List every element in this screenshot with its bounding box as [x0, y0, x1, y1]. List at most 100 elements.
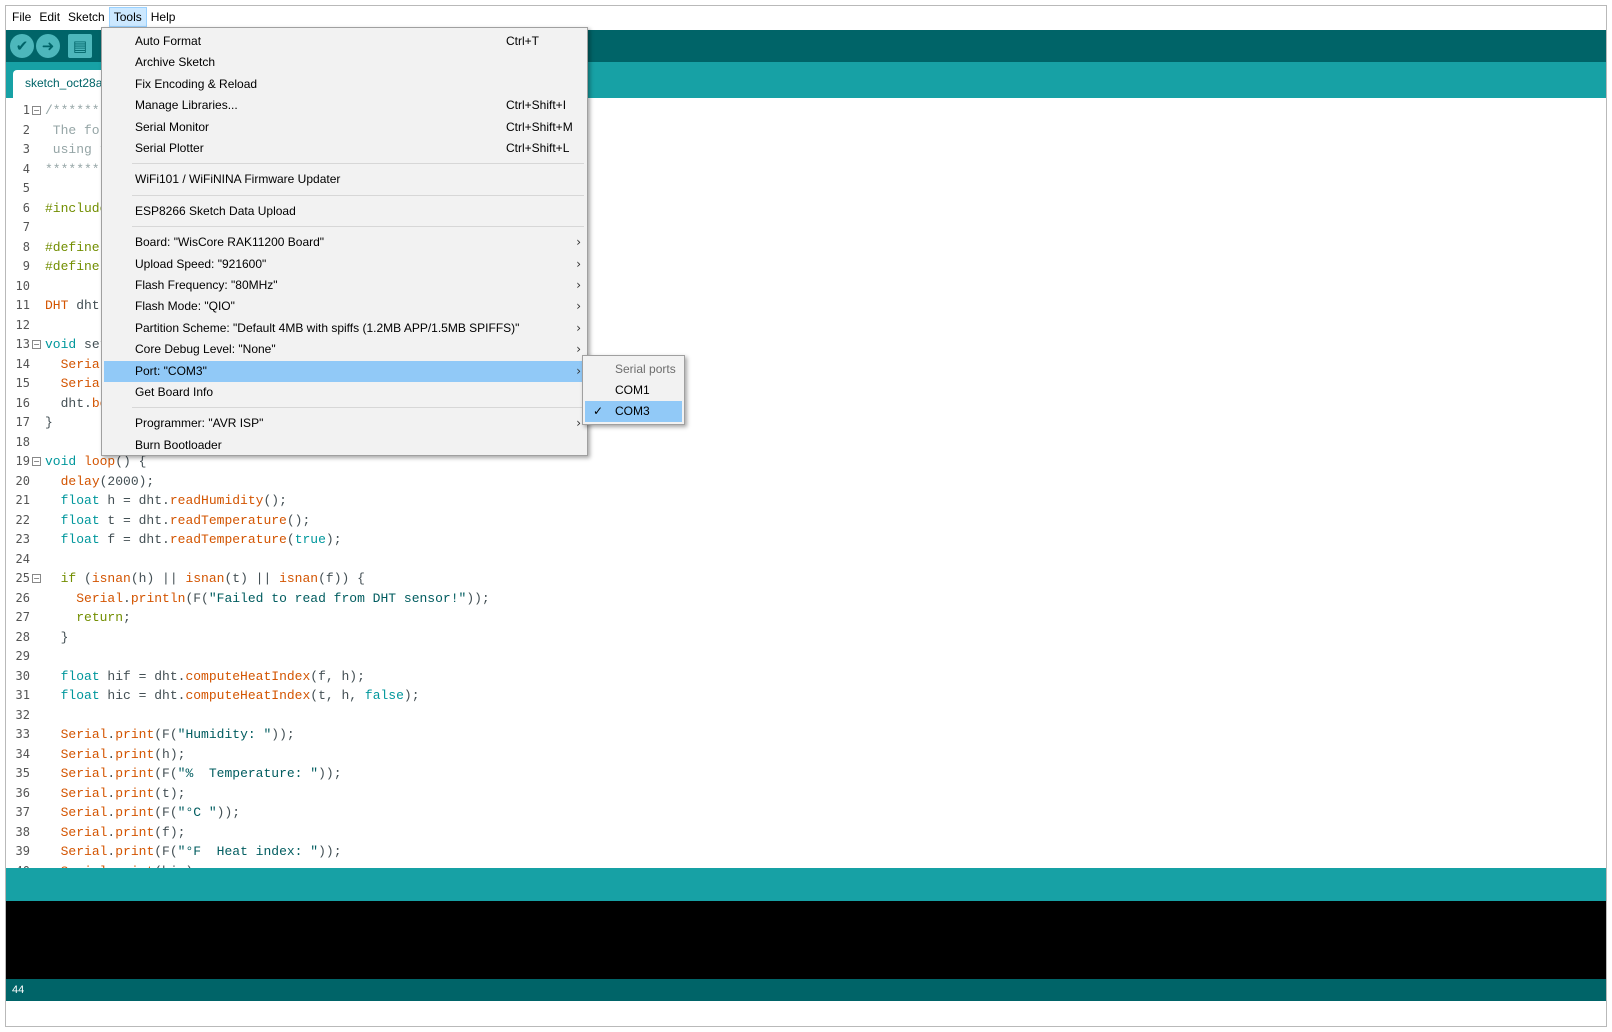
code-line: 22 float t = dht.readTemperature(); — [6, 511, 1606, 531]
line-number: 15 — [15, 376, 30, 390]
menu-item-serial-monitor[interactable]: Serial Monitor Ctrl+Shift+M — [104, 117, 585, 138]
menu-item-esp8266-sketch-data-upload[interactable]: ESP8266 Sketch Data Upload — [104, 201, 585, 222]
code-text: void set — [45, 337, 108, 352]
menu-item-upload-speed-921600[interactable]: Upload Speed: "921600" › — [104, 254, 585, 275]
fold-toggle-icon[interactable]: − — [32, 457, 41, 466]
arrow-right-icon: ➜ — [41, 37, 55, 55]
submenu-header-label: Serial ports — [615, 362, 676, 376]
menu-item-shortcut: Ctrl+T — [506, 34, 539, 48]
menu-item-label: Fix Encoding & Reload — [135, 76, 258, 91]
menu-item-label: Port: "COM3" — [135, 363, 207, 378]
menu-item-shortcut: Ctrl+Shift+L — [506, 141, 570, 155]
menu-item-auto-format[interactable]: Auto Format Ctrl+T — [104, 31, 585, 52]
menu-item-flash-mode-qio[interactable]: Flash Mode: "QIO" › — [104, 296, 585, 317]
menu-item-label: Archive Sketch — [135, 55, 216, 70]
menu-item-archive-sketch[interactable]: Archive Sketch — [104, 52, 585, 73]
code-text: float hif = dht.computeHeatIndex(f, h); — [60, 668, 365, 684]
menu-item-core-debug-level-none[interactable]: Core Debug Level: "None" › — [104, 339, 585, 360]
menu-item-wifi101-wifinina-firmware-updater[interactable]: WiFi101 / WiFiNINA Firmware Updater — [104, 169, 585, 190]
chevron-right-icon: › — [576, 299, 581, 314]
code-line: 24 — [6, 550, 1606, 570]
check-icon: ✔ — [15, 37, 29, 55]
code-line: 23 float f = dht.readTemperature(true); — [6, 530, 1606, 550]
menu-item-port-com3[interactable]: Port: "COM3" › — [104, 360, 585, 382]
line-number: 5 — [22, 181, 30, 195]
fold-toggle-icon[interactable]: − — [32, 106, 41, 115]
menu-item-board-wiscore-rak11200-board[interactable]: Board: "WisCore RAK11200 Board" › — [104, 232, 585, 253]
footer-bar: 44 — [6, 979, 1606, 1001]
port-option-label: COM3 — [615, 404, 650, 418]
line-number: 8 — [22, 239, 30, 254]
menu-item-label: Board: "WisCore RAK11200 Board" — [135, 235, 325, 250]
code-line: 36 Serial.print(t); — [6, 784, 1606, 804]
port-option-com1[interactable]: COM1 — [585, 380, 682, 401]
port-submenu: Serial ports COM1 ✓ COM3 — [582, 355, 685, 425]
fold-toggle-icon[interactable]: − — [32, 574, 41, 583]
upload-button[interactable]: ➜ — [36, 34, 60, 58]
menu-bar: File Edit Sketch Tools Help — [6, 6, 1606, 28]
menu-item-manage-libraries[interactable]: Manage Libraries... Ctrl+Shift+I — [104, 95, 585, 116]
fold-toggle-icon[interactable]: − — [32, 340, 41, 349]
tools-dropdown-menu: Auto Format Ctrl+T Archive Sketch Fix Encod… — [101, 27, 588, 456]
chevron-right-icon: › — [576, 416, 581, 431]
menu-item-label: Auto Format — [135, 34, 202, 48]
chevron-right-icon: › — [576, 320, 581, 335]
new-button[interactable]: ▤ — [68, 34, 92, 58]
console-output — [6, 901, 1606, 979]
line-number: 17 — [15, 415, 30, 429]
port-option-com3[interactable]: ✓ COM3 — [585, 401, 682, 422]
menu-item-serial-plotter[interactable]: Serial Plotter Ctrl+Shift+L — [104, 138, 585, 159]
code-line: 26 Serial.println(F("Failed to read from… — [6, 589, 1606, 609]
verify-button[interactable]: ✔ — [10, 34, 34, 58]
code-text: #include — [45, 200, 108, 216]
code-text: Serial — [60, 376, 108, 391]
menu-help[interactable]: Help — [147, 7, 180, 27]
code-line: 30 float hif = dht.computeHeatIndex(f, h… — [6, 667, 1606, 687]
line-number: 4 — [22, 161, 30, 176]
chevron-right-icon: › — [576, 278, 581, 292]
menu-item-flash-frequency-80mhz[interactable]: Flash Frequency: "80MHz" › — [104, 275, 585, 296]
line-number: 6 — [22, 200, 30, 215]
menu-separator — [132, 163, 584, 165]
menu-item-get-board-info[interactable]: Get Board Info — [104, 382, 585, 403]
line-number: 25 — [15, 571, 30, 585]
menu-sketch[interactable]: Sketch — [64, 7, 109, 27]
code-text: The fol — [45, 122, 108, 138]
menu-edit[interactable]: Edit — [35, 7, 64, 27]
line-number: 38 — [15, 824, 30, 839]
menu-tools[interactable]: Tools — [108, 7, 147, 27]
menu-item-label: Programmer: "AVR ISP" — [135, 416, 264, 431]
code-line: 34 Serial.print(h); — [6, 745, 1606, 765]
code-line: 35 Serial.print(F("% Temperature: ")); — [6, 764, 1606, 784]
menu-file[interactable]: File — [8, 7, 35, 27]
menu-item-fix-encoding-reload[interactable]: Fix Encoding & Reload — [104, 74, 585, 95]
code-line: 31 float hic = dht.computeHeatIndex(t, h… — [6, 686, 1606, 706]
code-text: } — [45, 629, 69, 645]
line-number: 26 — [15, 590, 30, 605]
code-text: float f = dht.readTemperature(true); — [60, 532, 342, 547]
line-number: 16 — [15, 395, 30, 410]
menu-item-label: Manage Libraries... — [135, 98, 238, 113]
line-number: 23 — [15, 532, 30, 546]
menu-item-programmer-avr-isp[interactable]: Programmer: "AVR ISP" › — [104, 413, 585, 434]
code-line: 38 Serial.print(f); — [6, 823, 1606, 843]
line-number: 28 — [15, 629, 30, 644]
code-text: Serial — [60, 356, 108, 372]
line-number: 11 — [15, 298, 30, 312]
code-text: Serial.print(F("°F Heat index: ")); — [60, 844, 342, 859]
menu-item-partition-scheme-default-4mb-with-spiffs[interactable]: Partition Scheme: "Default 4MB with spif… — [104, 318, 585, 339]
code-text: /******* — [45, 103, 108, 118]
code-line: 32 — [6, 706, 1606, 726]
menu-item-burn-bootloader[interactable]: Burn Bootloader — [104, 435, 585, 456]
menu-item-label: Get Board Info — [135, 385, 214, 399]
menu-separator — [132, 226, 584, 228]
line-number-indicator: 44 — [12, 984, 25, 996]
status-bar — [6, 868, 1606, 901]
line-number: 9 — [22, 259, 30, 273]
line-number: 36 — [15, 785, 30, 800]
line-number: 30 — [15, 668, 30, 683]
code-text: float h = dht.readHumidity(); — [60, 493, 287, 508]
code-line: 27 return; — [6, 608, 1606, 628]
chevron-right-icon: › — [576, 256, 581, 271]
code-text: float hic = dht.computeHeatIndex(t, h, f… — [60, 688, 420, 703]
